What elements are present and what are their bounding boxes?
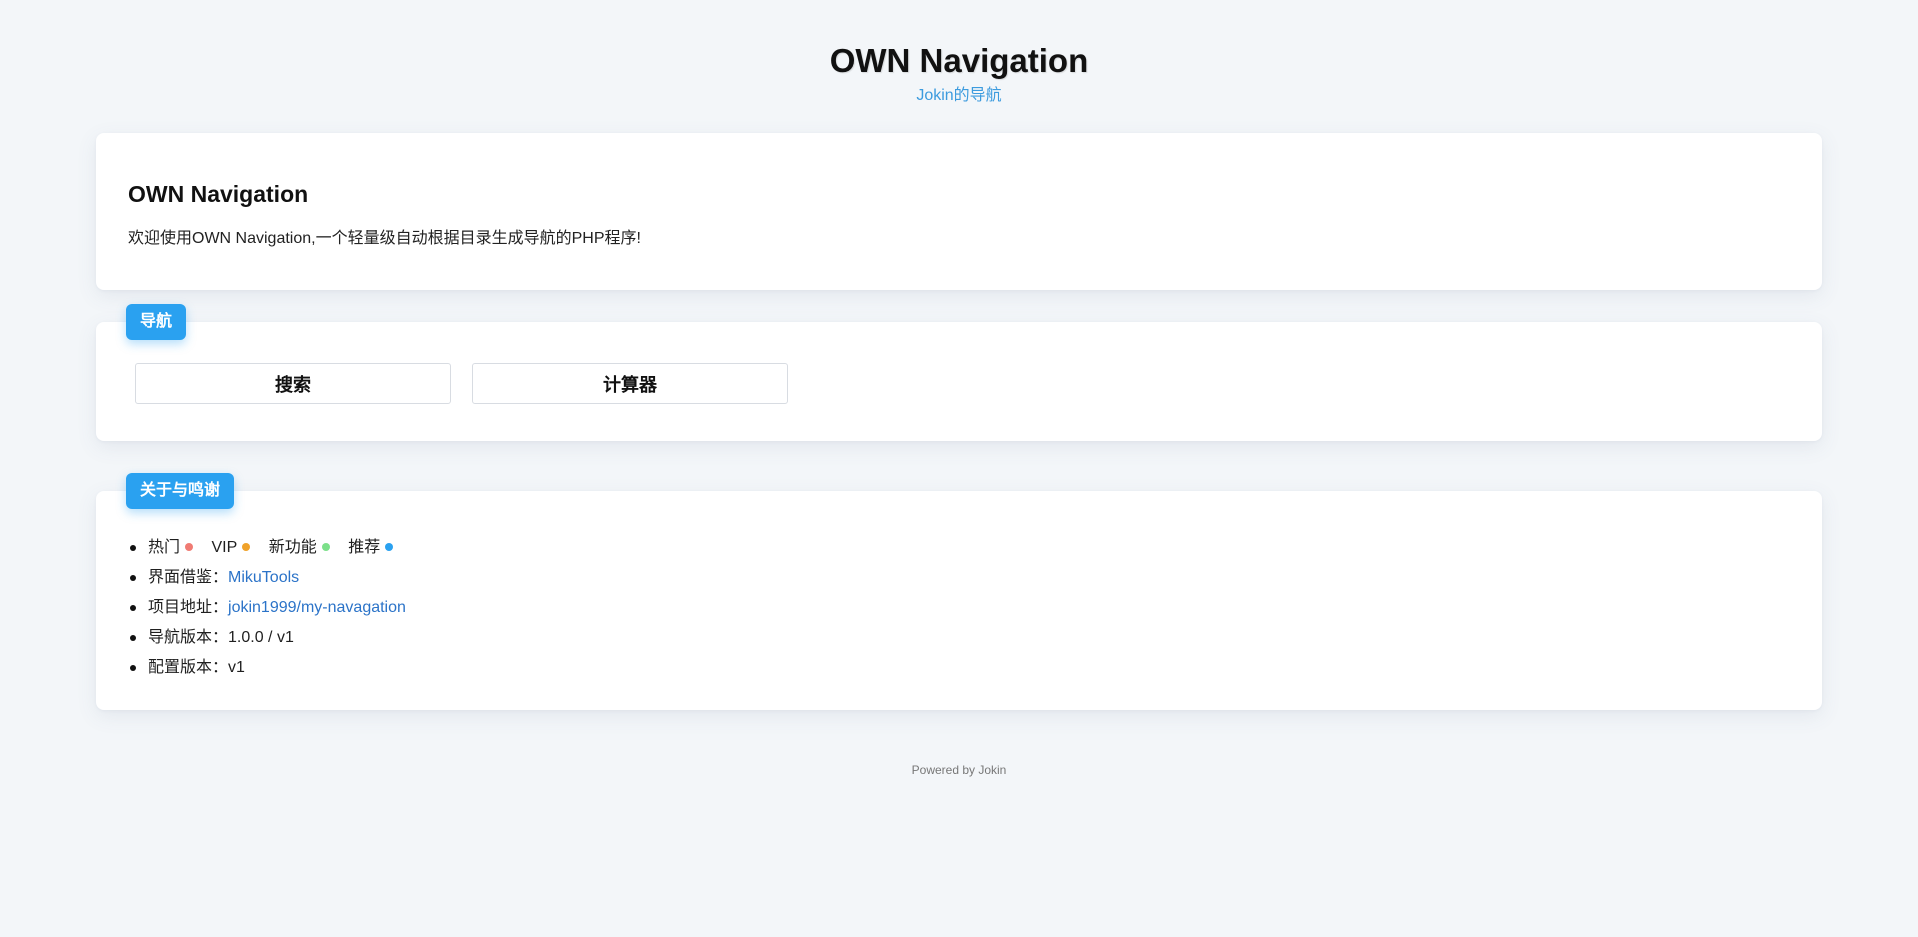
config-version-value: v1 <box>228 659 245 676</box>
legend-hot-label: 热门 <box>148 539 181 556</box>
intro-card: OWN Navigation 欢迎使用OWN Navigation,一个轻量级自… <box>96 133 1822 290</box>
about-section-tag: 关于与鸣谢 <box>126 473 235 509</box>
legend-recommended: 推荐 <box>348 533 394 563</box>
legend-recommended-label: 推荐 <box>348 539 381 556</box>
intro-text: 欢迎使用OWN Navigation,一个轻量级自动根据目录生成导航的PHP程序… <box>128 230 641 247</box>
ui-reference-label: 界面借鉴： <box>148 569 229 586</box>
nav-version-value: 1.0.0 / v1 <box>228 629 294 646</box>
calculator-button[interactable]: 计算器 <box>472 363 788 404</box>
project-repo-link[interactable]: jokin1999/my-navagation <box>228 599 406 616</box>
page-header: OWN Navigation Jokin的导航 <box>0 38 1918 106</box>
nav-button-group: 搜索 计算器 <box>135 363 788 404</box>
hot-dot-icon <box>185 543 194 551</box>
ui-reference-item: 界面借鉴：MikuTools <box>129 563 407 593</box>
vip-dot-icon <box>242 543 251 551</box>
footer-text: Powered by Jokin <box>911 763 1007 777</box>
page-title: OWN Navigation <box>829 42 1089 79</box>
nav-card: 搜索 计算器 <box>96 322 1822 441</box>
config-version-label: 配置版本： <box>148 659 229 676</box>
about-list: 热门 VIP 新功能 推荐 界面借鉴：MikuTools 项目地址：jokin1… <box>96 533 407 683</box>
legend-new-feature-label: 新功能 <box>268 539 317 556</box>
legend-new-feature: 新功能 <box>269 533 330 563</box>
subtitle-link[interactable]: Jokin的导航 <box>916 87 1001 104</box>
about-card: 热门 VIP 新功能 推荐 界面借鉴：MikuTools 项目地址：jokin1… <box>96 491 1822 710</box>
config-version-item: 配置版本：v1 <box>129 653 407 683</box>
legend-list-item: 热门 VIP 新功能 推荐 <box>129 533 407 563</box>
legend-vip: VIP <box>211 533 251 563</box>
page-subtitle: Jokin的导航 <box>0 86 1918 106</box>
new-feature-dot-icon <box>321 543 330 551</box>
search-button[interactable]: 搜索 <box>135 363 451 404</box>
project-address-label: 项目地址： <box>148 599 229 616</box>
legend-vip-label: VIP <box>211 539 238 556</box>
nav-version-item: 导航版本：1.0.0 / v1 <box>129 623 407 653</box>
nav-section-tag: 导航 <box>126 304 187 340</box>
mikutools-link[interactable]: MikuTools <box>228 569 299 586</box>
recommended-dot-icon <box>385 543 394 551</box>
project-address-item: 项目地址：jokin1999/my-navagation <box>129 593 407 623</box>
intro-title: OWN Navigation <box>128 181 309 207</box>
nav-version-label: 导航版本： <box>148 629 229 646</box>
legend-hot: 热门 <box>148 533 194 563</box>
